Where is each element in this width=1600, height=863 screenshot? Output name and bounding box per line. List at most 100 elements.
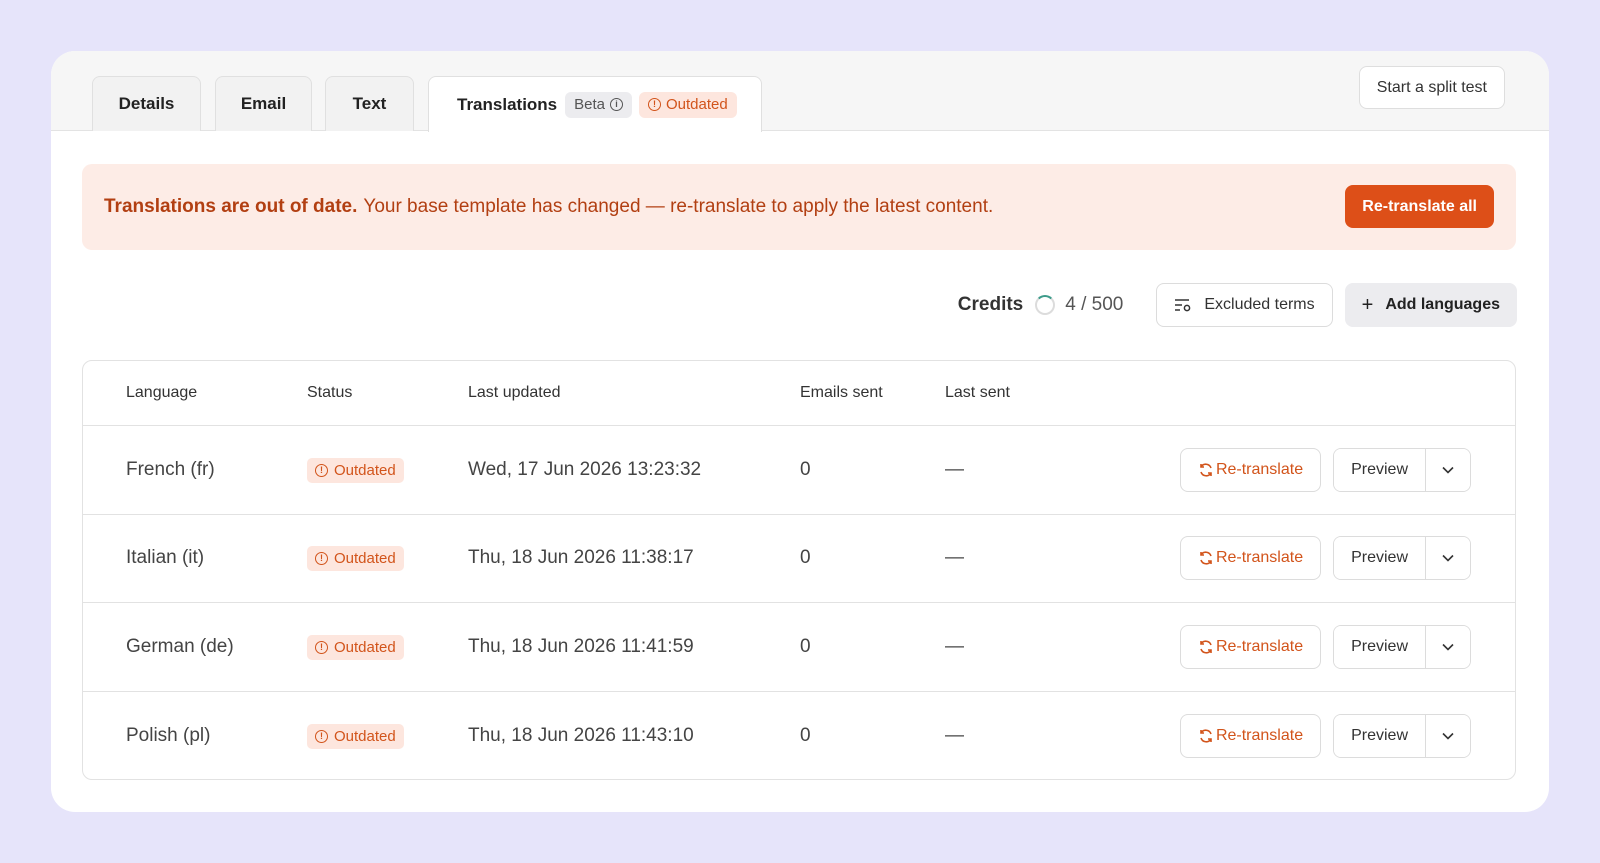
emails-sent-cell: 0 (800, 547, 811, 569)
last-sent-cell: — (945, 458, 964, 480)
preview-button-group: Preview (1333, 624, 1471, 669)
emails-sent-cell: 0 (800, 724, 811, 746)
preview-button[interactable]: Preview (1334, 537, 1426, 580)
last-sent-cell: — (945, 547, 964, 569)
preview-dropdown-button[interactable] (1426, 625, 1470, 668)
tab-email[interactable]: Email (215, 76, 312, 131)
chevron-down-icon (1442, 466, 1454, 474)
language-cell: Italian (it) (126, 547, 205, 569)
outdated-tag-label: Outdated (666, 96, 728, 113)
column-header-last-updated[interactable]: Last updated (468, 384, 561, 402)
alert-circle-icon: ! (315, 729, 328, 743)
refresh-icon (1200, 729, 1212, 743)
tab-text-label: Text (352, 94, 387, 113)
preview-dropdown-button[interactable] (1426, 537, 1470, 580)
tab-details-label: Details (118, 94, 175, 113)
last-sent-cell: — (945, 724, 964, 746)
alert-circle-icon: ! (315, 552, 328, 566)
column-header-language[interactable]: Language (126, 384, 197, 402)
table-row: Polish (pl) ! Outdated Thu, 18 Jun 2026 … (83, 692, 1515, 780)
emails-sent-cell: 0 (800, 458, 811, 480)
status-cell: ! Outdated (307, 545, 404, 572)
start-split-test-button[interactable]: Start a split test (1358, 66, 1505, 109)
last-updated-cell: Thu, 18 Jun 2026 11:43:10 (468, 724, 694, 746)
add-languages-button[interactable]: + Add languages (1344, 283, 1517, 327)
language-cell: Polish (pl) (126, 724, 211, 746)
tab-bar: Details Email Text Translations Beta i !… (51, 51, 1549, 132)
retranslate-button[interactable]: Re-translate (1179, 447, 1322, 492)
preview-button[interactable]: Preview (1334, 448, 1426, 491)
column-header-emails-sent[interactable]: Emails sent (800, 384, 883, 402)
row-actions: Re-translate Preview (1179, 713, 1471, 758)
banner-message: Your base template has changed — re-tran… (363, 196, 994, 217)
emails-sent-cell: 0 (800, 635, 811, 657)
tab-translations[interactable]: Translations Beta i ! Outdated (428, 76, 762, 132)
chevron-down-icon (1442, 643, 1454, 651)
add-languages-label: Add languages (1385, 296, 1500, 313)
language-cell: German (de) (126, 635, 234, 657)
status-badge: ! Outdated (307, 457, 404, 483)
credits-spinner-icon (1035, 295, 1056, 315)
chevron-down-icon (1442, 732, 1454, 740)
column-header-status[interactable]: Status (307, 384, 352, 402)
plus-icon: + (1361, 293, 1374, 316)
status-badge-label: Outdated (334, 638, 396, 656)
info-icon[interactable]: i (610, 98, 623, 111)
excluded-terms-button[interactable]: Excluded terms (1156, 283, 1333, 327)
retranslate-button[interactable]: Re-translate (1179, 624, 1322, 669)
credits-toolbar: Credits 4 / 500 Excluded terms + Add lan… (958, 283, 1517, 327)
table-header: Language Status Last updated Emails sent… (83, 361, 1515, 426)
retranslate-label: Re-translate (1215, 637, 1304, 655)
table-row: Italian (it) ! Outdated Thu, 18 Jun 2026… (83, 515, 1515, 603)
alert-circle-icon: ! (315, 640, 328, 654)
translations-table: Language Status Last updated Emails sent… (82, 360, 1516, 780)
translations-card: Details Email Text Translations Beta i !… (51, 51, 1549, 812)
table-row: German (de) ! Outdated Thu, 18 Jun 2026 … (83, 603, 1515, 692)
row-actions: Re-translate Preview (1179, 536, 1471, 581)
retranslate-label: Re-translate (1215, 460, 1304, 478)
retranslate-label: Re-translate (1215, 549, 1304, 567)
excluded-terms-icon (1175, 299, 1191, 312)
tab-translations-label: Translations (457, 94, 558, 114)
preview-button[interactable]: Preview (1334, 625, 1426, 668)
row-actions: Re-translate Preview (1179, 624, 1471, 669)
tab-text[interactable]: Text (325, 76, 414, 131)
preview-button-group: Preview (1333, 713, 1471, 758)
status-badge-label: Outdated (334, 727, 396, 745)
refresh-icon (1200, 551, 1212, 565)
alert-circle-icon: ! (315, 463, 328, 477)
row-actions: Re-translate Preview (1179, 447, 1471, 492)
outdated-tag: ! Outdated (639, 91, 737, 118)
beta-tag: Beta i (565, 91, 632, 118)
preview-button[interactable]: Preview (1334, 714, 1426, 757)
outdated-banner: Translations are out of date. Your base … (82, 164, 1516, 250)
table-row: French (fr) ! Outdated Wed, 17 Jun 2026 … (83, 426, 1515, 515)
credits-label: Credits (957, 294, 1024, 315)
retranslate-all-button[interactable]: Re-translate all (1345, 185, 1494, 228)
preview-dropdown-button[interactable] (1426, 714, 1470, 757)
last-updated-cell: Thu, 18 Jun 2026 11:38:17 (468, 547, 694, 569)
status-badge-label: Outdated (334, 461, 396, 479)
retranslate-button[interactable]: Re-translate (1179, 713, 1322, 758)
status-badge: ! Outdated (307, 634, 404, 660)
column-header-last-sent[interactable]: Last sent (945, 384, 1010, 402)
tab-details[interactable]: Details (92, 76, 201, 131)
tab-email-label: Email (240, 94, 287, 113)
last-sent-cell: — (945, 635, 964, 657)
retranslate-button[interactable]: Re-translate (1179, 536, 1322, 581)
excluded-terms-label: Excluded terms (1204, 296, 1315, 313)
retranslate-label: Re-translate (1215, 726, 1304, 744)
preview-button-group: Preview (1333, 447, 1471, 492)
status-badge: ! Outdated (307, 546, 404, 572)
beta-tag-label: Beta (574, 96, 605, 113)
preview-dropdown-button[interactable] (1426, 448, 1470, 491)
banner-title: Translations are out of date. (104, 196, 358, 217)
language-cell: French (fr) (126, 458, 215, 480)
refresh-icon (1200, 640, 1212, 654)
status-badge-label: Outdated (334, 550, 396, 568)
last-updated-cell: Thu, 18 Jun 2026 11:41:59 (468, 635, 694, 657)
status-cell: ! Outdated (307, 457, 404, 483)
alert-circle-icon: ! (648, 98, 661, 111)
status-cell: ! Outdated (307, 634, 404, 660)
status-badge: ! Outdated (307, 723, 404, 749)
